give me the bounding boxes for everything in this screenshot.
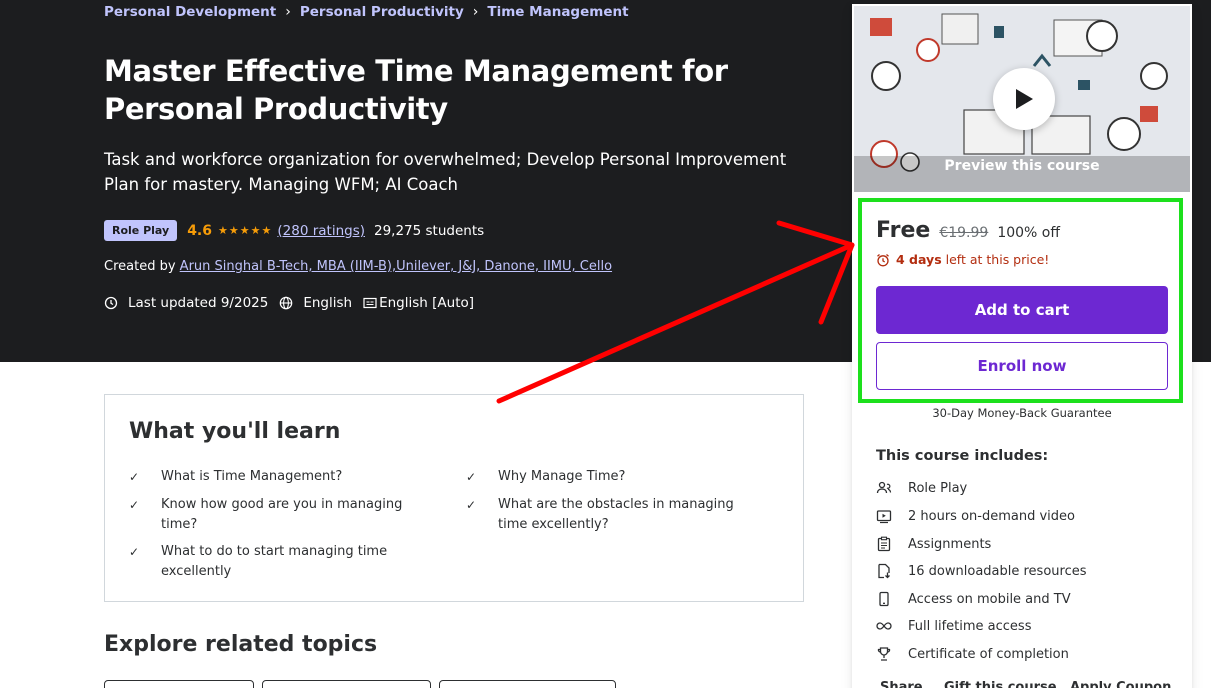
check-icon: ✓ [129, 498, 140, 512]
star-icon: ★ [218, 224, 228, 237]
includes-heading: This course includes: [876, 448, 1049, 464]
includes-item: Full lifetime access [876, 618, 1031, 634]
includes-item-label: 2 hours on-demand video [908, 508, 1075, 524]
breadcrumb: Personal Development › Personal Producti… [104, 4, 629, 20]
trophy-icon [876, 646, 892, 662]
learn-item-text: What to do to start managing time excell… [161, 544, 388, 579]
mobile-icon [876, 591, 892, 607]
star-icon: ★ [250, 224, 261, 237]
includes-item-label: Assignments [908, 536, 992, 552]
enroll-now-button[interactable]: Enroll now [876, 342, 1168, 390]
what-you-learn-box: What you'll learn ✓ What is Time Managem… [104, 394, 804, 602]
timer-days: 4 days [896, 252, 942, 267]
learn-item: ✓ What are the obstacles in managing tim… [466, 495, 766, 535]
includes-item: Certificate of completion [876, 646, 1069, 662]
learn-item: ✓ Know how good are you in managing time… [129, 495, 439, 535]
share-link[interactable]: Share [880, 680, 923, 688]
discount-label: 100% off [997, 225, 1060, 241]
includes-item-label: Role Play [908, 480, 968, 496]
infinity-icon [876, 618, 892, 634]
author-link[interactable]: Arun Singhal B-Tech, MBA (IIM-B),Unileve… [180, 259, 612, 274]
includes-item-label: Access on mobile and TV [908, 591, 1071, 607]
money-back-guarantee: 30-Day Money-Back Guarantee [932, 406, 1112, 420]
check-icon: ✓ [129, 545, 140, 559]
chevron-right-icon: › [285, 4, 291, 20]
topic-pill[interactable] [262, 680, 431, 688]
star-icon: ★ [239, 224, 250, 237]
learn-item-text: Why Manage Time? [498, 469, 626, 484]
current-price: Free [876, 218, 931, 243]
what-you-learn-heading: What you'll learn [129, 419, 341, 444]
star-half-icon: ★ [261, 224, 272, 237]
original-price: €19.99 [939, 225, 989, 241]
role-play-icon [876, 480, 892, 496]
play-icon[interactable] [993, 68, 1055, 130]
star-icon: ★ [228, 224, 239, 237]
includes-item: Role Play [876, 480, 967, 496]
video-icon [876, 508, 892, 524]
students-count: 29,275 students [374, 222, 485, 239]
price-row: Free €19.99 100% off [876, 218, 1060, 243]
course-captions: English [Auto] [379, 295, 475, 311]
timer-text: left at this price! [945, 252, 1050, 267]
check-icon: ✓ [129, 470, 140, 484]
course-title: Master Effective Time Management for Per… [104, 54, 728, 126]
gift-course-link[interactable]: Gift this course [944, 680, 1057, 688]
alert-clock-icon [104, 296, 118, 310]
course-preview[interactable]: Preview this course [854, 6, 1190, 192]
course-meta: Last updated 9/2025 English English [Aut… [104, 295, 474, 311]
assignment-icon [876, 536, 892, 552]
download-icon [876, 563, 892, 579]
learn-item-text: What are the obstacles in managing time … [498, 497, 734, 532]
role-play-badge: Role Play [104, 220, 178, 241]
includes-item: 16 downloadable resources [876, 563, 1087, 579]
course-language: English [303, 295, 353, 311]
topic-pill[interactable] [104, 680, 254, 688]
includes-item-label: 16 downloadable resources [908, 563, 1087, 579]
captions-icon [363, 296, 377, 310]
star-rating: ★ ★ ★ ★ ★ [218, 224, 271, 237]
globe-icon [279, 296, 293, 310]
learn-item: ✓ What is Time Management? [129, 467, 439, 487]
includes-item-label: Certificate of completion [908, 646, 1069, 662]
ratings-count-link[interactable]: (280 ratings) [277, 223, 365, 239]
price-timer: 4 days left at this price! [876, 252, 1049, 267]
learn-item-text: What is Time Management? [161, 469, 343, 484]
check-icon: ✓ [466, 470, 477, 484]
learn-item: ✓ What to do to start managing time exce… [129, 542, 409, 582]
breadcrumb-personal-development[interactable]: Personal Development [104, 4, 276, 20]
last-updated: Last updated 9/2025 [128, 295, 269, 311]
preview-caption[interactable]: Preview this course [854, 158, 1190, 174]
created-by-label: Created by [104, 259, 176, 274]
breadcrumb-time-management[interactable]: Time Management [487, 4, 628, 20]
learn-item: ✓ Why Manage Time? [466, 467, 776, 487]
alarm-clock-icon [876, 253, 890, 267]
breadcrumb-personal-productivity[interactable]: Personal Productivity [300, 4, 464, 20]
explore-related-heading: Explore related topics [104, 632, 378, 657]
ratings-row: Role Play 4.6 ★ ★ ★ ★ ★ (280 ratings) 29… [104, 220, 484, 241]
purchase-card: Preview this course Free €19.99 100% off… [852, 4, 1192, 688]
topic-pill[interactable] [439, 680, 616, 688]
rating-value: 4.6 [187, 222, 212, 239]
add-to-cart-button[interactable]: Add to cart [876, 286, 1168, 334]
learn-item-text: Know how good are you in managing time? [161, 497, 403, 532]
course-subtitle: Task and workforce organization for over… [104, 150, 787, 194]
includes-item-label: Full lifetime access [908, 618, 1032, 634]
check-icon: ✓ [466, 498, 477, 512]
includes-item: Assignments [876, 536, 991, 552]
chevron-right-icon: › [472, 4, 479, 20]
apply-coupon-link[interactable]: Apply Coupon [1070, 680, 1171, 688]
created-by: Created by Arun Singhal B-Tech, MBA (IIM… [104, 259, 612, 274]
includes-item: Access on mobile and TV [876, 591, 1071, 607]
includes-item: 2 hours on-demand video [876, 508, 1075, 524]
